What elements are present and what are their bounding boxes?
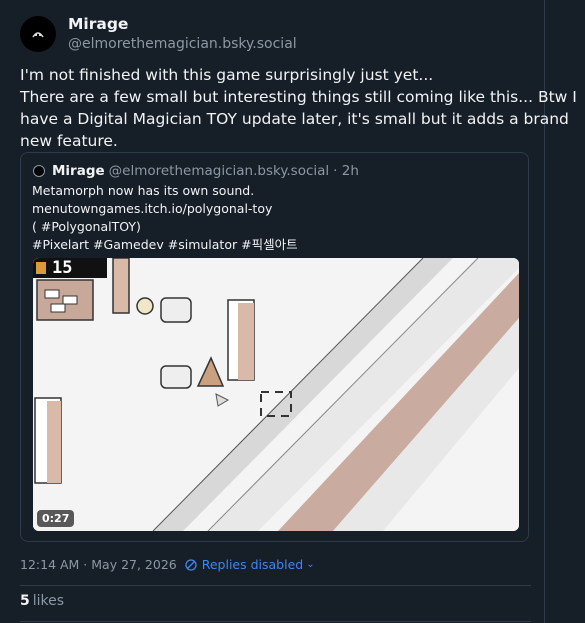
post-timestamp[interactable]: 12:14 AM · May 27, 2026 xyxy=(20,557,177,572)
post-meta: 12:14 AM · May 27, 2026 Replies disabled… xyxy=(20,557,315,572)
post-header: Mirage @elmorethemagician.bsky.social xyxy=(20,12,531,56)
score-counter: 15 xyxy=(33,258,107,278)
counter-value: 15 xyxy=(52,258,73,278)
post-text-line: have a Digital Magician TOY update later… xyxy=(20,110,569,128)
quote-avatar[interactable] xyxy=(33,165,45,177)
post-text-line: I'm not finished with this game surprisi… xyxy=(20,66,434,84)
likes-count: 5 xyxy=(20,593,30,609)
video-duration: 0:27 xyxy=(37,510,75,527)
quote-text: Metamorph now has its own sound. menutow… xyxy=(32,182,298,254)
video-player[interactable]: 15 0:27 xyxy=(33,258,519,531)
counter-icon xyxy=(36,262,46,274)
replies-disabled-label: Replies disabled xyxy=(201,557,304,572)
quote-display-name[interactable]: Mirage xyxy=(52,163,105,179)
no-replies-icon xyxy=(185,558,197,571)
quoted-post[interactable]: Mirage @elmorethemagician.bsky.social · … xyxy=(20,152,529,542)
author-handle[interactable]: @elmorethemagician.bsky.social xyxy=(68,34,297,54)
post: Mirage @elmorethemagician.bsky.social I'… xyxy=(20,12,577,152)
likes-stat[interactable]: 5 likes xyxy=(20,593,64,609)
divider xyxy=(20,621,531,622)
avatar[interactable] xyxy=(20,16,56,52)
quote-hashtag-line[interactable]: #Pixelart #Gamedev #simulator #픽셀아트 xyxy=(32,236,298,254)
quote-age: · 2h xyxy=(333,163,359,179)
chevron-down-icon: ⌄ xyxy=(306,559,315,570)
post-text: I'm not finished with this game surprisi… xyxy=(20,64,577,152)
author-display-name[interactable]: Mirage xyxy=(68,14,297,34)
avatar-face-icon xyxy=(32,32,44,38)
likes-label: likes xyxy=(32,593,65,609)
quote-handle[interactable]: @elmorethemagician.bsky.social xyxy=(109,163,330,179)
quote-text-line: Metamorph now has its own sound. xyxy=(32,183,255,198)
divider xyxy=(20,585,531,586)
quote-link[interactable]: menutowngames.itch.io/polygonal-toy xyxy=(32,200,298,218)
game-video-frame xyxy=(33,258,519,531)
quote-header: Mirage @elmorethemagician.bsky.social · … xyxy=(33,163,359,179)
replies-disabled-button[interactable]: Replies disabled ⌄ xyxy=(185,557,315,572)
post-text-line: new feature. xyxy=(20,132,118,150)
author-names: Mirage @elmorethemagician.bsky.social xyxy=(68,14,297,54)
post-text-line: There are a few small but interesting th… xyxy=(20,88,577,106)
quote-hashtag-line[interactable]: ( #PolygonalTOY) xyxy=(32,218,298,236)
